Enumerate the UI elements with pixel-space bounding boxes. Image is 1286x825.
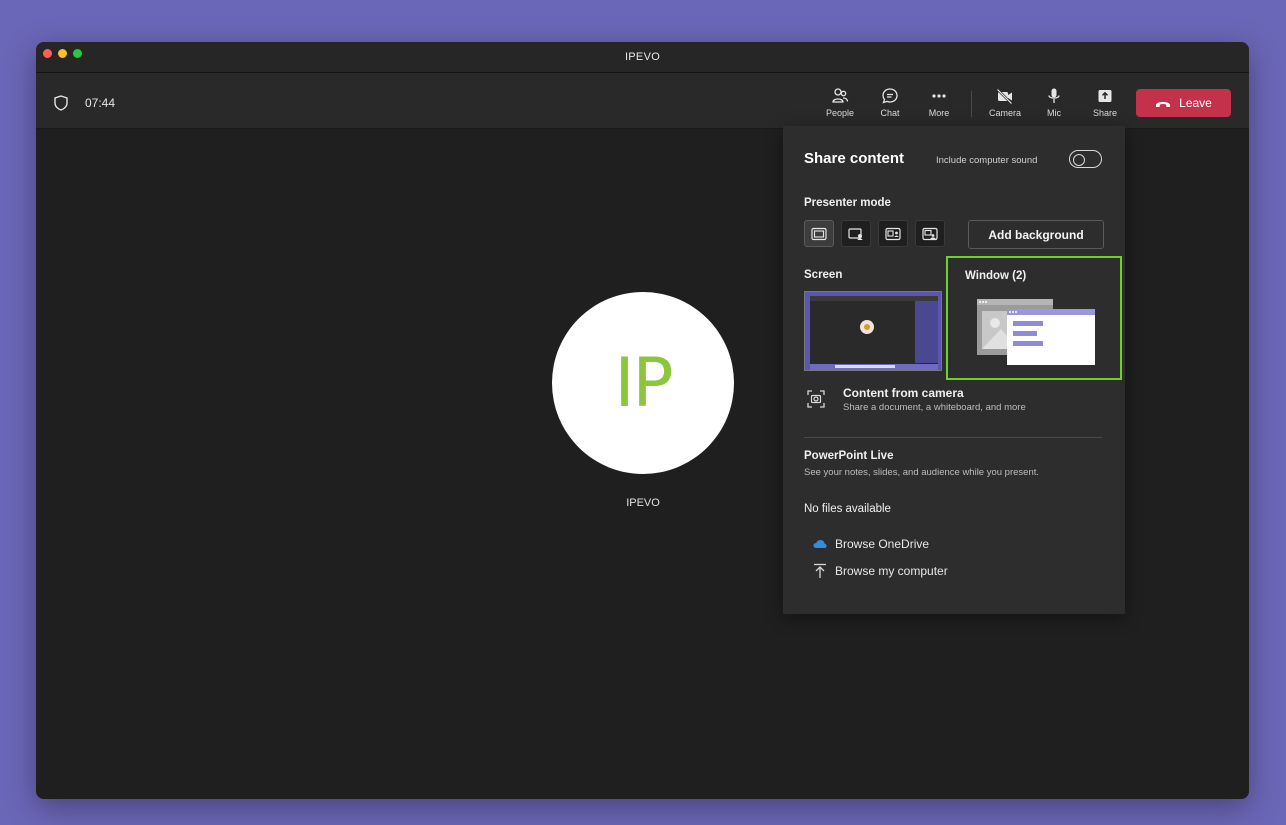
- share-label: Share: [1092, 108, 1118, 118]
- leave-button[interactable]: Leave: [1136, 89, 1231, 117]
- window-share-thumbnail: [963, 291, 1105, 371]
- participant-avatar: IP: [552, 292, 734, 474]
- no-files-message: No files available: [804, 503, 891, 515]
- window-label: Window (2): [965, 270, 1027, 282]
- participant-name: IPEVO: [626, 497, 660, 509]
- chat-icon: [882, 88, 898, 104]
- content-from-camera-option[interactable]: Content from camera Share a document, a …: [804, 383, 1104, 417]
- meeting-timer: 07:44: [85, 96, 116, 110]
- powerpoint-live-subtitle: See your notes, slides, and audience whi…: [804, 467, 1040, 478]
- more-label: More: [928, 108, 950, 118]
- chat-button[interactable]: Chat: [870, 87, 910, 118]
- upload-icon: [814, 563, 826, 578]
- leave-label: Leave: [1179, 96, 1212, 110]
- toolbar-divider: [971, 91, 972, 117]
- onedrive-cloud-icon: [813, 540, 827, 548]
- shield-icon: [54, 95, 68, 111]
- share-content-panel: Share content Include computer sound Pre…: [783, 126, 1125, 614]
- standout-icon: [848, 227, 863, 240]
- title-bar: IPEVO: [36, 42, 1249, 73]
- mic-label: Mic: [1047, 108, 1061, 118]
- presenter-mode-content-only[interactable]: [804, 220, 834, 247]
- powerpoint-live-title: PowerPoint Live: [804, 450, 894, 462]
- app-window: IPEVO 07:44 People Chat More Camera Mic …: [36, 42, 1249, 799]
- people-icon: [832, 88, 849, 103]
- screen-preview-image: [805, 292, 941, 370]
- presenter-mode-label: Presenter mode: [804, 197, 891, 209]
- include-sound-label: Include computer sound: [936, 155, 1038, 166]
- chat-label: Chat: [880, 108, 900, 118]
- content-from-camera-subtitle: Share a document, a whiteboard, and more: [843, 402, 1026, 413]
- share-button[interactable]: Share: [1085, 87, 1125, 118]
- camera-button[interactable]: Camera: [985, 87, 1025, 118]
- camera-off-icon: [996, 88, 1013, 105]
- hang-up-icon: [1156, 101, 1171, 107]
- window-preview-image: [977, 299, 1095, 365]
- panel-divider: [804, 437, 1102, 438]
- participant-initials: IP: [614, 343, 673, 423]
- include-sound-toggle[interactable]: [1069, 150, 1102, 168]
- content-from-camera-title: Content from camera: [843, 386, 964, 400]
- screen-share-thumbnail[interactable]: [804, 291, 942, 371]
- content-only-icon: [811, 227, 827, 240]
- presenter-mode-reporter[interactable]: [915, 220, 945, 247]
- window-title: IPEVO: [624, 51, 661, 63]
- camera-label: Camera: [988, 108, 1021, 118]
- share-icon: [1098, 90, 1112, 102]
- browse-my-computer-label: Browse my computer: [835, 564, 948, 578]
- meeting-toolbar: 07:44 People Chat More Camera Mic Share …: [36, 73, 1249, 129]
- mic-button[interactable]: Mic: [1034, 87, 1074, 118]
- share-panel-title: Share content: [804, 150, 905, 167]
- add-background-button[interactable]: Add background: [968, 220, 1104, 249]
- browse-onedrive-label: Browse OneDrive: [835, 537, 930, 551]
- more-icon: [932, 94, 946, 98]
- side-by-side-icon: [885, 227, 901, 240]
- browse-my-computer-link[interactable]: Browse my computer: [813, 563, 948, 579]
- screen-label: Screen: [804, 269, 843, 281]
- content-camera-icon: [807, 390, 825, 408]
- reporter-icon: [922, 227, 938, 240]
- presenter-mode-side-by-side[interactable]: [878, 220, 908, 247]
- mic-icon: [1048, 88, 1060, 103]
- people-button[interactable]: People: [820, 87, 860, 118]
- browse-onedrive-link[interactable]: Browse OneDrive: [813, 537, 929, 551]
- presenter-mode-standout[interactable]: [841, 220, 871, 247]
- window-share-option[interactable]: Window (2): [946, 256, 1122, 380]
- more-button[interactable]: More: [919, 87, 959, 118]
- people-label: People: [825, 108, 855, 118]
